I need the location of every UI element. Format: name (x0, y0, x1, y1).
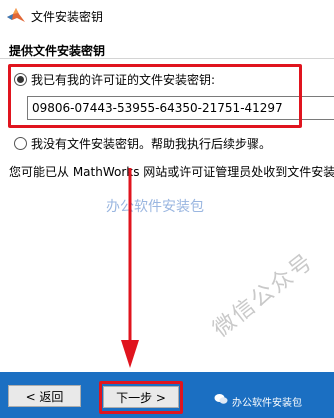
watermark-diagonal: 微信公众号 (208, 248, 319, 343)
divider (0, 58, 334, 59)
watermark-footer: 办公软件安装包 (232, 398, 302, 409)
section-title: 提供文件安装密钥 (9, 44, 106, 58)
window-title: 文件安装密钥 (31, 10, 104, 24)
title-bar: 文件安装密钥 (0, 0, 334, 32)
annotation-highlight-key (8, 64, 302, 128)
annotation-arrow-icon (121, 168, 139, 368)
info-text: 您可能已从 MathWorks 网站或许可证管理员处收到文件安装 (9, 165, 334, 179)
wechat-icon (214, 394, 228, 404)
next-button[interactable]: 下一步 > (103, 386, 179, 408)
matlab-logo-icon (7, 8, 25, 22)
installer-window: 文件安装密钥 提供文件安装密钥 我已有我的许可证的文件安装密钥: 09806-0… (0, 0, 334, 418)
no-key-radio[interactable] (14, 137, 27, 150)
back-button[interactable]: < 返回 (8, 385, 81, 407)
no-key-label[interactable]: 我没有文件安装密钥。帮助我执行后续步骤。 (31, 135, 271, 152)
